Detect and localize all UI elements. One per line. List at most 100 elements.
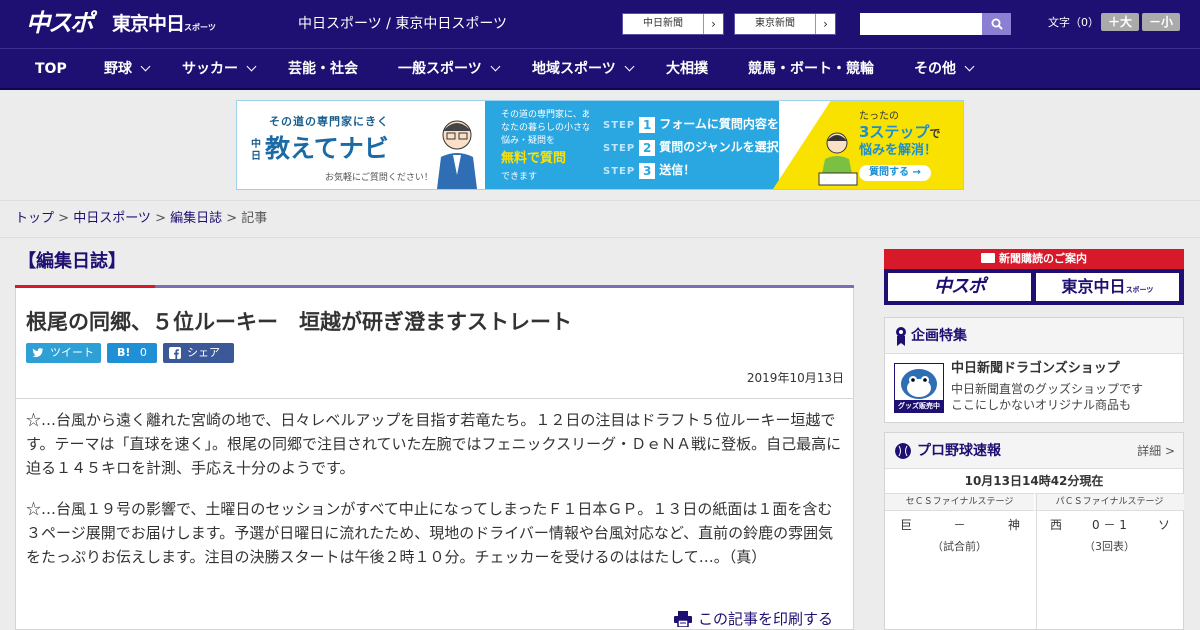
tokyo-chunichi-sports-logo[interactable]: 東京中日スポーツ xyxy=(112,12,216,40)
article-paragraph-1: ☆…台風から遠く離れた宮崎の地で、日々レベルアップを目指す若竜たち。１２日の注目… xyxy=(26,411,842,477)
tokyo-chunichi-logo-suffix: スポーツ xyxy=(184,23,216,32)
ad-mid-tail: できます xyxy=(501,172,538,182)
nav-label: 芸能・社会 xyxy=(288,61,358,77)
font-increase-button[interactable]: ＋大 xyxy=(1101,13,1139,31)
article-title: 根尾の同郷、５位ルーキー 垣越が研ぎ澄ますストレート xyxy=(26,310,572,334)
breadcrumb-editorial-diary[interactable]: 編集日誌 xyxy=(170,211,222,226)
ad-right-line1: たったの xyxy=(859,111,899,122)
chevron-down-icon xyxy=(964,61,975,72)
oshiete-navi-ad-banner[interactable]: その道の専門家にきく 中日 教えてナビ お気軽にご質問ください！ その道の専門家… xyxy=(236,100,964,190)
nav-item-soccer[interactable]: サッカー xyxy=(182,49,257,89)
facebook-share-label: シェア xyxy=(187,346,220,359)
tokyo-shimbun-label: 東京新聞 xyxy=(755,18,795,29)
ad-step-2: STEP 2 質問のジャンルを選択 xyxy=(603,138,779,158)
hatena-bookmark-icon: B! xyxy=(117,346,131,359)
ad-left-panel: その道の専門家にきく 中日 教えてナビ お気軽にご質問ください！ xyxy=(237,101,485,189)
nav-label: 競馬・ボート・競輪 xyxy=(748,61,874,77)
nav-item-racing[interactable]: 競馬・ボート・競輪 xyxy=(748,49,874,89)
chevron-down-icon xyxy=(624,61,635,72)
main-nav: TOP 野球 サッカー 芸能・社会 一般スポーツ 地域スポーツ 大相撲 競馬・ボ… xyxy=(0,48,1200,88)
game-state: （試合前） xyxy=(932,540,987,553)
nav-item-general-sports[interactable]: 一般スポーツ xyxy=(398,49,501,89)
facebook-share-button[interactable]: シェア 1 xyxy=(163,343,234,379)
search-icon xyxy=(991,18,1003,30)
stage-label-central: セＣＳファイナルステージ xyxy=(885,493,1034,511)
nav-item-baseball[interactable]: 野球 xyxy=(104,49,151,89)
scores-detail-link[interactable]: 詳細 > xyxy=(1137,442,1175,460)
dragons-shop-description: 中日新聞直営のグッズショップです ここにしかないオリジナル商品も xyxy=(951,381,1143,413)
ribbon-badge-icon xyxy=(896,327,906,346)
nav-label: 一般スポーツ xyxy=(398,61,482,77)
away-team: ソ xyxy=(1157,518,1170,532)
dragons-shop-thumbnail[interactable]: グッズ販売中 xyxy=(894,363,944,413)
tokyo-shimbun-link[interactable]: 東京新聞 › xyxy=(734,13,836,35)
chevron-down-icon xyxy=(140,61,151,72)
step-label: STEP xyxy=(603,120,636,131)
chevron-right-icon: › xyxy=(703,14,723,34)
scores-header: プロ野球速報 詳細 > xyxy=(885,433,1183,469)
game-state: （3回表） xyxy=(1084,540,1135,553)
article-paragraph-2: ☆…台風１９号の影響で、土曜日のセッションがすべて中止になってしまったＦ１日本Ｇ… xyxy=(26,500,834,566)
hatena-bookmark-button[interactable]: B! 0 xyxy=(107,343,157,363)
chunichi-sports-logo[interactable]: 中スポ xyxy=(26,9,94,37)
breadcrumb-separator: > xyxy=(150,211,171,226)
site-subtitle: 中日スポーツ / 東京中日スポーツ xyxy=(298,16,508,32)
subscription-header: 新聞購読のご案内 xyxy=(884,249,1184,269)
nav-item-top[interactable]: TOP xyxy=(35,49,67,89)
article-date: 2019年10月13日 xyxy=(746,371,844,385)
facebook-count: 1 xyxy=(191,366,198,379)
expert-illustration-icon xyxy=(437,120,477,189)
away-team: 神 xyxy=(1007,518,1020,532)
nav-label: サッカー xyxy=(182,61,238,77)
ad-tagline: その道の専門家にきく xyxy=(269,115,389,128)
print-label: この記事を印刷する xyxy=(698,610,834,628)
subscription-title: 新聞購読のご案内 xyxy=(999,252,1087,265)
print-article-link[interactable]: この記事を印刷する xyxy=(674,608,833,630)
baseball-icon xyxy=(895,443,911,459)
ad-step-1: STEP 1 フォームに質問内容を入力 xyxy=(603,115,803,135)
nav-label: 野球 xyxy=(104,61,132,77)
person-laptop-illustration-icon xyxy=(818,132,858,186)
breadcrumb: トップ > 中日スポーツ > 編集日誌 > 記事 xyxy=(15,210,267,228)
dragons-mascot-icon xyxy=(901,369,937,399)
breadcrumb-top[interactable]: トップ xyxy=(15,211,54,226)
score-column-divider xyxy=(1036,493,1037,629)
chunichi-shimbun-label: 中日新聞 xyxy=(643,18,683,29)
dragons-shop-title[interactable]: 中日新聞ドラゴンズショップ xyxy=(951,360,1120,378)
nav-item-sumo[interactable]: 大相撲 xyxy=(666,49,708,89)
ad-note: お気軽にご質問ください！ xyxy=(325,173,433,183)
scores-title: プロ野球速報 xyxy=(917,443,1001,459)
chunichi-shimbun-link[interactable]: 中日新聞 › xyxy=(622,13,724,35)
nav-item-local-sports[interactable]: 地域スポーツ xyxy=(532,49,635,89)
font-size-label: 文字（0） xyxy=(1048,16,1099,29)
ad-mid-highlight: 無料で質問 xyxy=(501,151,567,166)
search-input[interactable] xyxy=(860,13,982,35)
step-number: 1 xyxy=(639,116,656,133)
font-decrease-button[interactable]: －小 xyxy=(1142,13,1180,31)
ad-step-3: STEP 3 送信！ xyxy=(603,161,695,181)
nav-label: 大相撲 xyxy=(666,61,708,77)
breadcrumb-chunichi-sports[interactable]: 中日スポーツ xyxy=(73,211,151,226)
goods-sale-label: グッズ販売中 xyxy=(895,400,943,412)
ad-ask-button[interactable]: 質問する → xyxy=(859,165,931,181)
subscribe-chunichi-sports-link[interactable]: 中スポ xyxy=(887,272,1032,302)
subscribe-tokyo-chunichi-link[interactable]: 東京中日スポーツ xyxy=(1035,272,1180,302)
ad-right-line2: 3ステップで xyxy=(859,123,940,143)
newspaper-icon xyxy=(981,253,995,263)
step-label: STEP xyxy=(603,143,636,154)
step-label: STEP xyxy=(603,166,636,177)
ad-right-line3: 悩みを解消！ xyxy=(859,143,938,158)
search-button[interactable] xyxy=(982,13,1011,35)
top-header: 中スポ 東京中日スポーツ 中日スポーツ / 東京中日スポーツ 中日新聞 › 東京… xyxy=(0,0,1200,48)
twitter-bird-icon xyxy=(32,348,44,358)
ad-right-suffix: で xyxy=(929,127,941,140)
chevron-down-icon xyxy=(246,61,257,72)
article-divider xyxy=(16,398,853,399)
printer-icon xyxy=(674,611,692,628)
nav-item-others[interactable]: その他 xyxy=(914,49,975,89)
tweet-label: ツイート xyxy=(50,346,94,359)
tweet-button[interactable]: ツイート xyxy=(26,343,101,363)
chevron-right-icon: › xyxy=(815,14,835,34)
ad-brand: 教えてナビ xyxy=(265,134,389,163)
nav-item-entertainment[interactable]: 芸能・社会 xyxy=(288,49,358,89)
